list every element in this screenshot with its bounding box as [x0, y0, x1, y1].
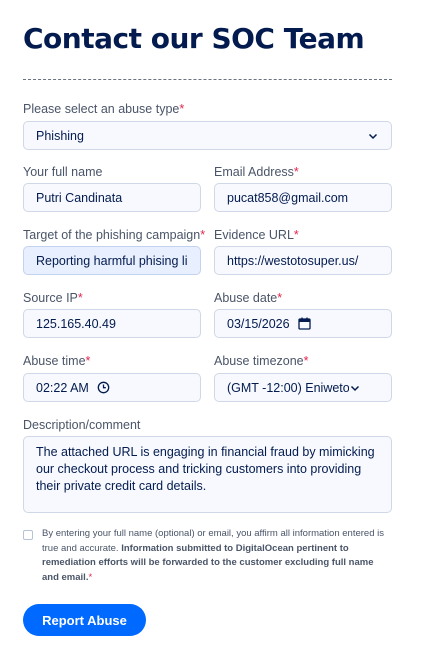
full-name-input[interactable]: Putri Candinata	[23, 183, 201, 212]
description-textarea[interactable]: The attached URL is engaging in financia…	[23, 436, 392, 513]
evidence-url-input[interactable]: https://westotosuper.us/	[214, 246, 392, 275]
abuse-timezone-label: Abuse timezone*	[214, 354, 309, 368]
abuse-time-input[interactable]: 02:22 AM	[23, 373, 201, 402]
abuse-date-label: Abuse date*	[214, 291, 283, 305]
source-ip-label: Source IP*	[23, 291, 83, 305]
evidence-url-label: Evidence URL*	[214, 228, 299, 242]
calendar-icon[interactable]	[297, 317, 311, 330]
description-label: Description/comment	[23, 418, 141, 432]
report-abuse-button[interactable]: Report Abuse	[23, 604, 146, 636]
clock-icon[interactable]	[97, 381, 110, 394]
chevron-down-icon	[350, 385, 360, 391]
abuse-type-label: Please select an abuse type*	[23, 102, 185, 116]
consent-text: By entering your full name (optional) or…	[42, 528, 384, 583]
abuse-time-label: Abuse time*	[23, 354, 91, 368]
consent-checkbox[interactable]	[23, 530, 33, 540]
consent-row: By entering your full name (optional) or…	[23, 527, 392, 585]
target-label: Target of the phishing campaign*	[23, 228, 206, 242]
target-input[interactable]: Reporting harmful phising lin	[23, 246, 201, 275]
chevron-down-icon	[368, 133, 378, 139]
page-title: Contact our SOC Team	[23, 22, 365, 55]
abuse-date-input[interactable]: 03/15/2026	[214, 309, 392, 338]
abuse-type-select[interactable]: Phishing	[23, 121, 392, 150]
full-name-label: Your full name	[23, 165, 103, 179]
source-ip-input[interactable]: 125.165.40.49	[23, 309, 201, 338]
email-label: Email Address*	[214, 165, 299, 179]
email-input[interactable]: pucat858@gmail.com	[214, 183, 392, 212]
abuse-timezone-select[interactable]: (GMT -12:00) Eniwetok	[214, 373, 392, 402]
divider	[23, 79, 392, 80]
